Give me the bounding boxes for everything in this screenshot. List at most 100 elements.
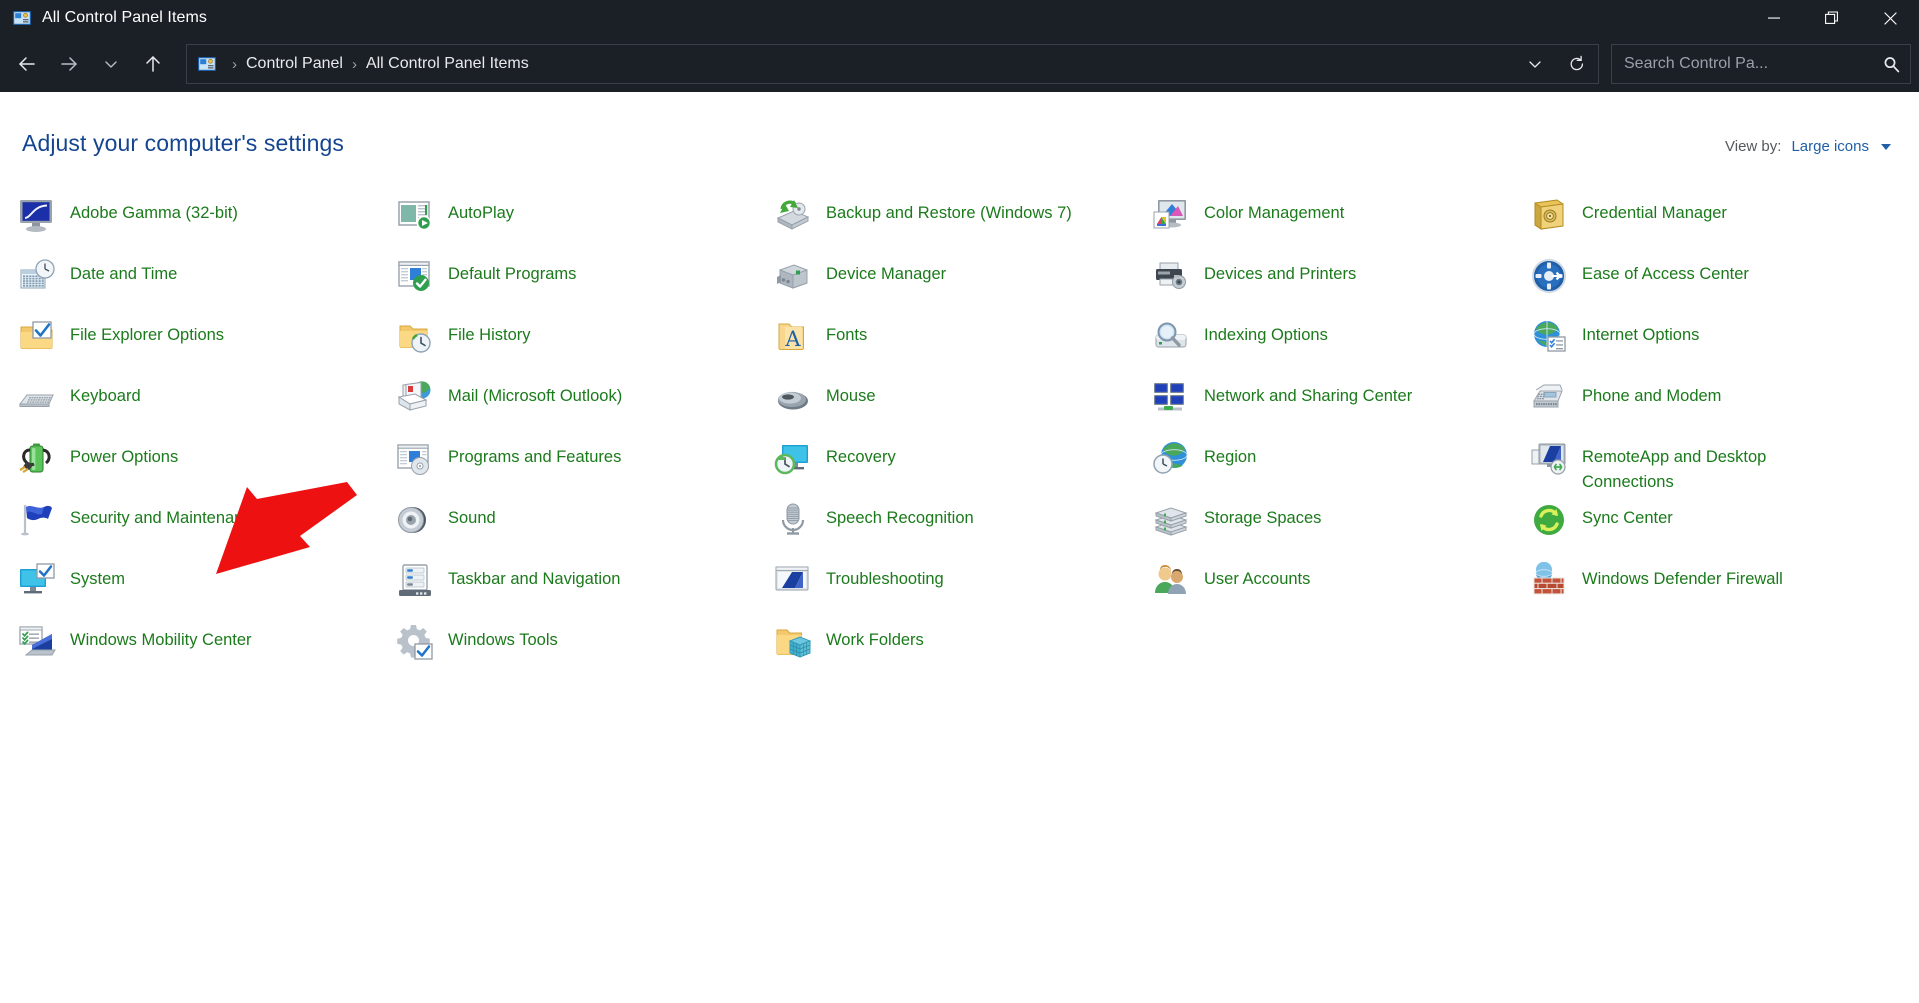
control-panel-item[interactable]: Work Folders (774, 620, 1152, 681)
control-panel-item-label[interactable]: Internet Options (1582, 317, 1699, 348)
control-panel-item[interactable]: File Explorer Options (18, 315, 396, 376)
control-panel-item[interactable]: File History (396, 315, 774, 376)
control-panel-item[interactable]: Sound (396, 498, 774, 559)
control-panel-item-label[interactable]: Mail (Microsoft Outlook) (448, 378, 622, 409)
default-programs-icon[interactable] (396, 257, 434, 295)
control-panel-item[interactable]: Phone and Modem (1530, 376, 1908, 437)
control-panel-item[interactable]: Indexing Options (1152, 315, 1530, 376)
view-by-value[interactable]: Large icons (1791, 138, 1869, 155)
control-panel-item-label[interactable]: Fonts (826, 317, 867, 348)
troubleshooting-icon[interactable] (774, 562, 812, 600)
color-management-icon[interactable] (1152, 196, 1190, 234)
control-panel-item[interactable]: User Accounts (1152, 559, 1530, 620)
control-panel-item[interactable]: Windows Mobility Center (18, 620, 396, 681)
windows-defender-firewall-icon[interactable] (1530, 561, 1568, 600)
control-panel-item[interactable]: Recovery (774, 437, 1152, 498)
fonts-icon[interactable]: A (774, 318, 812, 356)
control-panel-item-label[interactable]: File Explorer Options (70, 317, 224, 348)
control-panel-item[interactable]: Programs and Features (396, 437, 774, 498)
remoteapp-icon[interactable] (1530, 440, 1568, 478)
up-button[interactable] (132, 44, 174, 84)
control-panel-item-label[interactable]: Windows Defender Firewall (1582, 561, 1783, 592)
phone-modem-icon[interactable] (1530, 379, 1568, 417)
minimize-button[interactable] (1745, 0, 1803, 36)
control-panel-item[interactable]: Keyboard (18, 376, 396, 437)
control-panel-item[interactable]: Windows Tools (396, 620, 774, 681)
control-panel-item-label[interactable]: Speech Recognition (826, 500, 974, 531)
control-panel-item-label[interactable]: Storage Spaces (1204, 500, 1321, 531)
recovery-icon[interactable] (774, 440, 812, 478)
control-panel-item[interactable]: Date and Time (18, 254, 396, 315)
restore-button[interactable] (1803, 0, 1861, 36)
region-icon[interactable] (1152, 440, 1190, 478)
control-panel-item[interactable]: Sync Center (1530, 498, 1908, 559)
control-panel-item-label[interactable]: Programs and Features (448, 439, 621, 470)
control-panel-item-label[interactable]: Sync Center (1582, 500, 1673, 531)
control-panel-item-label[interactable]: Default Programs (448, 256, 576, 287)
sound-icon[interactable] (396, 501, 434, 539)
control-panel-item-label[interactable]: Sound (448, 500, 496, 531)
windows-tools-icon[interactable] (396, 623, 434, 661)
control-panel-item-label[interactable]: Ease of Access Center (1582, 256, 1749, 287)
control-panel-item-label[interactable]: Credential Manager (1582, 195, 1727, 226)
control-panel-item-label[interactable]: Phone and Modem (1582, 378, 1721, 409)
control-panel-item-label[interactable]: Device Manager (826, 256, 946, 287)
storage-spaces-icon[interactable] (1152, 501, 1190, 539)
file-explorer-options-icon[interactable] (18, 318, 56, 356)
mail-icon[interactable] (396, 379, 434, 417)
security-maintenance-icon[interactable] (18, 501, 56, 539)
control-panel-item-label[interactable]: Work Folders (826, 622, 924, 653)
control-panel-item-label[interactable]: Recovery (826, 439, 896, 470)
control-panel-item-label[interactable]: Color Management (1204, 195, 1344, 226)
control-panel-item-label[interactable]: Date and Time (70, 256, 177, 287)
control-panel-item-label[interactable]: Backup and Restore (Windows 7) (826, 195, 1072, 226)
autoplay-icon[interactable] (396, 196, 434, 234)
back-button[interactable] (6, 44, 48, 84)
control-panel-item-label[interactable]: Mouse (826, 378, 876, 409)
control-panel-item-label[interactable]: Windows Tools (448, 622, 558, 653)
date-time-icon[interactable] (18, 257, 56, 295)
sync-center-icon[interactable] (1530, 501, 1568, 539)
devices-printers-icon[interactable] (1152, 257, 1190, 295)
control-panel-item[interactable]: Security and Maintenance (18, 498, 396, 559)
taskbar-navigation-icon[interactable] (396, 562, 434, 600)
refresh-button[interactable] (1556, 45, 1598, 83)
recent-locations-button[interactable] (90, 44, 132, 84)
control-panel-item-label[interactable]: RemoteApp and Desktop Connections (1582, 439, 1842, 495)
control-panel-item-label[interactable]: Security and Maintenance (70, 500, 261, 531)
indexing-options-icon[interactable] (1152, 318, 1190, 356)
control-panel-item[interactable]: System (18, 559, 396, 620)
mouse-icon[interactable] (774, 379, 812, 417)
internet-options-icon[interactable] (1530, 318, 1568, 356)
search-input[interactable] (1624, 55, 1883, 73)
system-icon[interactable] (18, 562, 56, 600)
close-button[interactable] (1861, 0, 1919, 36)
control-panel-item-label[interactable]: Power Options (70, 439, 178, 470)
keyboard-icon[interactable] (18, 379, 56, 417)
programs-features-icon[interactable] (396, 440, 434, 478)
credential-manager-icon[interactable] (1530, 196, 1568, 234)
control-panel-item-label[interactable]: Indexing Options (1204, 317, 1328, 348)
control-panel-item[interactable]: AutoPlay (396, 193, 774, 254)
control-panel-item[interactable]: Taskbar and Navigation (396, 559, 774, 620)
control-panel-item[interactable]: Backup and Restore (Windows 7) (774, 193, 1152, 254)
control-panel-item[interactable]: Ease of Access Center (1530, 254, 1908, 315)
control-panel-item-label[interactable]: User Accounts (1204, 561, 1310, 592)
control-panel-item-label[interactable]: AutoPlay (448, 195, 514, 226)
control-panel-item[interactable]: Troubleshooting (774, 559, 1152, 620)
control-panel-item-label[interactable]: System (70, 561, 125, 592)
forward-button[interactable] (48, 44, 90, 84)
control-panel-item[interactable]: Network and Sharing Center (1152, 376, 1530, 437)
control-panel-item-label[interactable]: Adobe Gamma (32-bit) (70, 195, 238, 226)
control-panel-item[interactable]: Devices and Printers (1152, 254, 1530, 315)
user-accounts-icon[interactable] (1152, 562, 1190, 600)
chevron-down-icon[interactable] (1881, 143, 1891, 150)
control-panel-item[interactable]: Storage Spaces (1152, 498, 1530, 559)
breadcrumb-item-all-control-panel-items[interactable]: All Control Panel Items (366, 55, 529, 73)
control-panel-item[interactable]: Mail (Microsoft Outlook) (396, 376, 774, 437)
control-panel-item-label[interactable]: Region (1204, 439, 1256, 470)
work-folders-icon[interactable] (774, 623, 812, 661)
control-panel-item[interactable]: Region (1152, 437, 1530, 498)
breadcrumb-item-control-panel[interactable]: Control Panel (246, 55, 343, 73)
control-panel-item[interactable]: Color Management (1152, 193, 1530, 254)
